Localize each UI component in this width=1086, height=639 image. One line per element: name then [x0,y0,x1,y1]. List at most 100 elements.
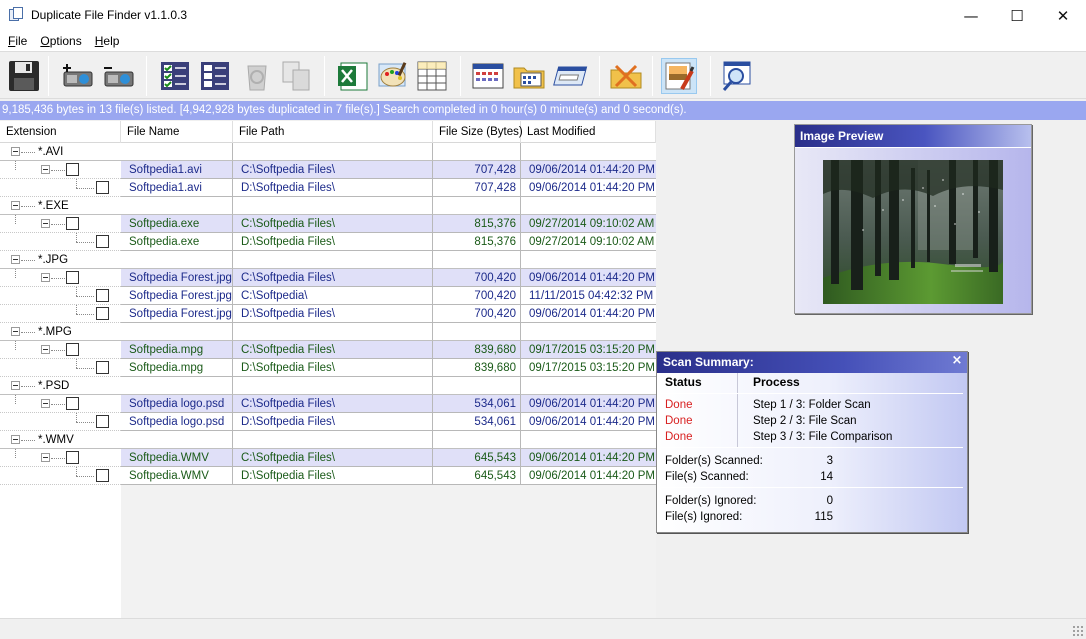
file-row[interactable]: Softpedia Forest.jpg C:\Softpedia Files\ 7… [0,269,656,287]
copy-files-icon[interactable] [279,58,315,94]
column-header-extension[interactable]: Extension [0,121,121,143]
file-checkbox[interactable] [96,469,109,482]
paint-palette-icon[interactable] [375,58,411,94]
file-size-cell: 645,543 [433,449,521,467]
file-tree-cell [0,359,121,377]
file-name-cell: Softpedia.mpg [121,359,233,377]
tree-connector [21,152,35,153]
duplicates-tree-grid[interactable]: Extension File Name File Path File Size … [0,121,656,618]
magnifier-window-icon[interactable] [719,58,755,94]
add-drive-icon[interactable] [60,58,96,94]
extension-group-row[interactable]: *.JPG [0,251,656,269]
table-grid-icon[interactable] [414,58,450,94]
collapse-icon[interactable] [11,327,20,336]
column-header-file-name[interactable]: File Name [121,121,233,143]
excel-icon[interactable] [335,58,371,94]
recycle-bin-icon[interactable] [239,58,275,94]
file-size-cell: 534,061 [433,395,521,413]
folder-calendar-icon[interactable] [511,58,547,94]
close-button[interactable]: ✕ [1040,0,1086,31]
scan-summary-panel: Scan Summary: × Status Process Done Step… [656,351,968,533]
last-modified-cell: 09/06/2014 01:44:20 PM [521,179,656,197]
file-checkbox[interactable] [96,289,109,302]
tree-connector [21,332,35,333]
file-row[interactable]: Softpedia logo.psd C:\Softpedia Files\ 534… [0,395,656,413]
file-row[interactable]: Softpedia.exe C:\Softpedia Files\ 815,376 0… [0,215,656,233]
menu-help[interactable]: Help [88,34,126,48]
grid-empty-area [0,485,121,618]
file-checkbox[interactable] [66,343,79,356]
file-row[interactable]: Softpedia.exe D:\Softpedia Files\ 815,376 0… [0,233,656,251]
extension-group-row[interactable]: *.EXE [0,197,656,215]
collapse-icon[interactable] [41,165,50,174]
collapse-icon[interactable] [41,219,50,228]
tree-connector [15,269,16,278]
collapse-icon[interactable] [41,273,50,282]
collapse-icon[interactable] [11,201,20,210]
rename-window-icon[interactable] [552,58,588,94]
file-row[interactable]: Softpedia.WMV D:\Softpedia Files\ 645,543 0… [0,467,656,485]
floppy-disk-icon[interactable] [6,58,42,94]
file-path-cell: D:\Softpedia Files\ [233,359,433,377]
checklist-icon[interactable] [157,58,193,94]
file-row[interactable]: Softpedia Forest.jpg C:\Softpedia\ 700,420… [0,287,656,305]
toolbar-separator [324,56,325,96]
file-size-cell: 700,420 [433,287,521,305]
file-checkbox[interactable] [96,307,109,320]
maximize-button[interactable]: ☐ [994,0,1040,31]
file-row[interactable]: Softpedia.mpg C:\Softpedia Files\ 839,680 0… [0,341,656,359]
file-name-cell: Softpedia.exe [121,215,233,233]
file-checkbox[interactable] [66,217,79,230]
file-row[interactable]: Softpedia Forest.jpg D:\Softpedia Files\ 7… [0,305,656,323]
resize-grip-icon[interactable] [1072,625,1084,637]
empty-cell [521,377,656,395]
calendar-window-icon[interactable] [470,58,506,94]
file-tree-cell [0,215,121,233]
step-status: Done [665,399,693,411]
file-name-cell: Softpedia Forest.jpg [121,305,233,323]
file-checkbox[interactable] [96,361,109,374]
column-header-last-modified[interactable]: Last Modified [521,121,656,143]
last-modified-cell: 09/06/2014 01:44:20 PM [521,413,656,431]
column-header-file-size[interactable]: File Size (Bytes) [433,121,523,143]
file-checkbox[interactable] [96,235,109,248]
image-preview-icon[interactable] [661,58,697,94]
file-tree-cell [0,179,121,197]
collapse-icon[interactable] [41,453,50,462]
column-header-file-path[interactable]: File Path [233,121,433,143]
collapse-icon[interactable] [11,147,20,156]
extension-group-row[interactable]: *.PSD [0,377,656,395]
extension-group-row[interactable]: *.AVI [0,143,656,161]
file-row[interactable]: Softpedia.mpg D:\Softpedia Files\ 839,680 0… [0,359,656,377]
tree-connector [76,296,94,297]
minimize-button[interactable]: — [948,0,994,31]
file-checkbox[interactable] [66,397,79,410]
tree-connector [15,341,16,350]
file-checkbox[interactable] [96,415,109,428]
extension-group-row[interactable]: *.WMV [0,431,656,449]
eraser-folder-icon[interactable] [608,58,644,94]
close-icon[interactable]: × [950,353,964,369]
file-checkbox[interactable] [66,271,79,284]
file-row[interactable]: Softpedia.WMV C:\Softpedia Files\ 645,543 0… [0,449,656,467]
collapse-icon[interactable] [11,381,20,390]
file-tree-cell [0,269,121,287]
extension-group-row[interactable]: *.MPG [0,323,656,341]
remove-drive-icon[interactable] [101,58,137,94]
file-row[interactable]: Softpedia logo.psd D:\Softpedia Files\ 534… [0,413,656,431]
collapse-icon[interactable] [41,345,50,354]
empty-cell [233,143,433,161]
file-size-cell: 707,428 [433,179,521,197]
collapse-icon[interactable] [11,435,20,444]
file-row[interactable]: Softpedia1.avi D:\Softpedia Files\ 707,428… [0,179,656,197]
file-checkbox[interactable] [66,163,79,176]
collapse-icon[interactable] [41,399,50,408]
collapse-icon[interactable] [11,255,20,264]
file-size-cell: 839,680 [433,359,521,377]
file-row[interactable]: Softpedia1.avi C:\Softpedia Files\ 707,428… [0,161,656,179]
menu-file[interactable]: File [0,34,33,48]
menu-options[interactable]: Options [33,34,87,48]
file-checkbox[interactable] [96,181,109,194]
unchecklist-icon[interactable] [197,58,233,94]
file-checkbox[interactable] [66,451,79,464]
